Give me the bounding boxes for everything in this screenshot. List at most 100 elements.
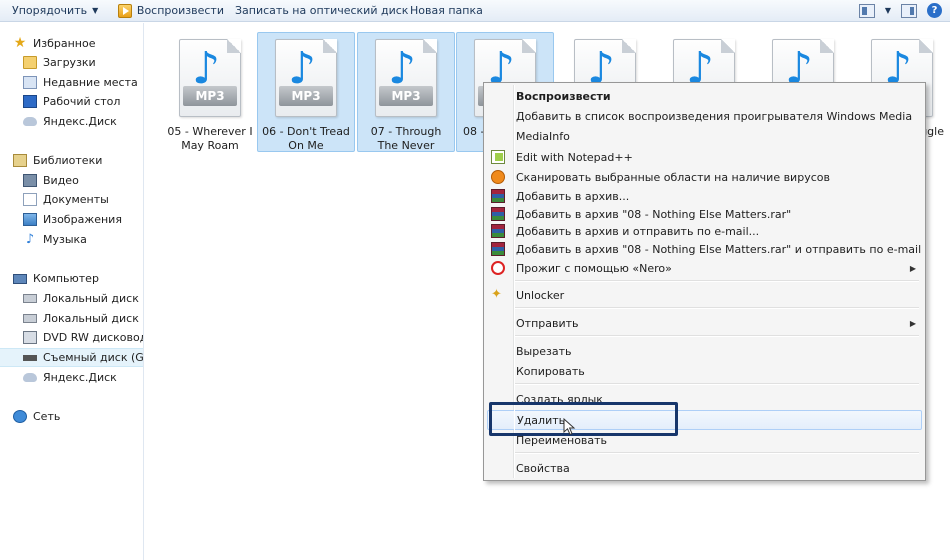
help-icon[interactable]: ?: [927, 3, 942, 18]
network-icon: [13, 410, 27, 423]
burn-label: Записать на оптический диск: [235, 4, 409, 17]
menu-item-scan[interactable]: Сканировать выбранные области на наличие…: [487, 168, 922, 186]
menu-label: Сканировать выбранные области на наличие…: [516, 170, 830, 184]
video-icon: [23, 174, 37, 187]
organize-label: Упорядочить: [12, 4, 88, 17]
menu-label: Добавить в архив...: [516, 189, 630, 203]
nav-libraries[interactable]: Библиотеки: [0, 151, 143, 170]
menu-label: Копировать: [516, 364, 585, 378]
chevron-down-icon: ▼: [92, 6, 99, 15]
nav-label: Рабочий стол: [43, 95, 121, 108]
winrar-icon: [491, 224, 505, 238]
menu-label: Добавить в архив "08 - Nothing Else Matt…: [516, 207, 792, 221]
nav-label: Сеть: [33, 410, 61, 423]
nav-recent[interactable]: Недавние места: [0, 73, 143, 92]
mouse-pointer-icon: [563, 418, 576, 436]
library-icon: [13, 154, 27, 167]
menu-item-add-rar-email[interactable]: Добавить в архив "08 - Nothing Else Matt…: [487, 240, 922, 258]
nav-yandex-disk[interactable]: Яндекс.Диск: [0, 112, 143, 131]
nav-music[interactable]: ♪ Музыка: [0, 230, 143, 249]
menu-separator: [514, 307, 919, 309]
menu-label: Добавить в архив "08 - Nothing Else Matt…: [516, 242, 922, 256]
image-icon: [23, 213, 37, 226]
nav-label: Яндекс.Диск: [43, 115, 117, 128]
play-button[interactable]: Воспроизвести: [110, 0, 232, 22]
nav-label: Изображения: [43, 213, 122, 226]
cloud-icon: [23, 117, 37, 126]
menu-item-notepad[interactable]: Edit with Notepad++: [487, 148, 922, 166]
nav-label: Загрузки: [43, 56, 96, 69]
nav-network[interactable]: Сеть: [0, 407, 143, 426]
cloud-icon: [23, 373, 37, 382]
menu-separator: [514, 383, 919, 385]
menu-item-send-to[interactable]: Отправить ▶: [487, 314, 922, 332]
computer-icon: [13, 273, 27, 284]
new-folder-button[interactable]: Новая папка: [402, 0, 502, 22]
menu-label: Добавить в архив и отправить по e-mail..…: [516, 224, 760, 238]
toolbar-right-controls: ▼ ?: [858, 3, 942, 18]
menu-label: Вырезать: [516, 344, 572, 358]
nav-favorites[interactable]: ★ Избранное: [0, 34, 143, 53]
menu-item-properties[interactable]: Свойства: [487, 459, 922, 477]
burn-button[interactable]: Записать на оптический диск: [232, 0, 408, 22]
recent-places-icon: [23, 76, 37, 89]
play-label: Воспроизвести: [136, 4, 224, 17]
nav-disk-d[interactable]: Локальный диск (D: [0, 309, 143, 328]
nav-desktop[interactable]: Рабочий стол: [0, 92, 143, 111]
nav-label: DVD RW дисковод (: [43, 331, 144, 344]
file-item[interactable]: ♪ MP3 06 - Don't Tread On Me: [257, 32, 355, 152]
menu-item-unlocker[interactable]: ✦ Unlocker: [487, 286, 922, 304]
menu-item-nero[interactable]: Прожиг с помощью «Nero» ▶: [487, 259, 922, 277]
file-item[interactable]: ♪ MP3 05 - Wherever I May Roam: [161, 32, 259, 152]
view-options-icon[interactable]: [858, 3, 875, 18]
menu-separator: [514, 280, 919, 282]
desktop-icon: [23, 95, 37, 108]
nav-documents[interactable]: Документы: [0, 190, 143, 209]
menu-item-cut[interactable]: Вырезать: [487, 342, 922, 360]
command-bar: Упорядочить ▼ Воспроизвести Записать на …: [0, 0, 950, 22]
file-name: 05 - Wherever I May Roam: [167, 125, 253, 152]
organize-button[interactable]: Упорядочить ▼: [0, 0, 110, 22]
nav-label: Локальный диск (C: [43, 292, 144, 305]
winrar-icon: [491, 207, 505, 221]
preview-pane-icon[interactable]: [901, 3, 917, 18]
nav-removable-disk[interactable]: Съемный диск (G:): [0, 348, 143, 367]
nav-images[interactable]: Изображения: [0, 210, 143, 229]
nav-computer[interactable]: Компьютер: [0, 269, 143, 288]
winrar-icon: [491, 242, 505, 256]
menu-separator: [514, 452, 919, 454]
file-name: 06 - Don't Tread On Me: [262, 125, 350, 152]
nav-label: Яндекс.Диск: [43, 371, 117, 384]
nav-label: Библиотеки: [33, 154, 103, 167]
nav-dvd[interactable]: DVD RW дисковод (: [0, 328, 144, 347]
menu-label: Прожиг с помощью «Nero»: [516, 261, 672, 275]
delete-highlight-frame: [489, 402, 678, 436]
file-type-badge: MP3: [379, 86, 433, 106]
menu-item-add-email[interactable]: Добавить в архив и отправить по e-mail..…: [487, 222, 922, 240]
menu-item-copy[interactable]: Копировать: [487, 362, 922, 380]
antivirus-icon: [491, 170, 505, 184]
menu-item-add-to-wmp[interactable]: Добавить в список воспроизведения проигр…: [487, 107, 922, 125]
nav-label: Компьютер: [33, 272, 99, 285]
nav-label: Музыка: [43, 233, 87, 246]
file-item[interactable]: ♪ MP3 07 - Through The Never: [357, 32, 455, 152]
nav-downloads[interactable]: Загрузки: [0, 53, 143, 72]
nero-icon: [491, 261, 505, 275]
view-dropdown-icon[interactable]: ▼: [885, 6, 891, 15]
menu-item-add-rar[interactable]: Добавить в архив "08 - Nothing Else Matt…: [487, 205, 922, 223]
nav-label: Видео: [43, 174, 79, 187]
hard-disk-icon: [23, 314, 37, 323]
menu-item-add-archive[interactable]: Добавить в архив...: [487, 187, 922, 205]
downloads-folder-icon: [23, 56, 37, 69]
mp3-file-icon: ♪ MP3: [179, 39, 241, 117]
mp3-file-icon: ♪ MP3: [375, 39, 437, 117]
menu-label: Добавить в список воспроизведения проигр…: [516, 109, 913, 123]
menu-item-play[interactable]: Воспроизвести: [487, 87, 922, 105]
nav-disk-c[interactable]: Локальный диск (C: [0, 289, 144, 308]
new-folder-label: Новая папка: [410, 4, 483, 17]
menu-item-mediainfo[interactable]: MediaInfo: [487, 127, 922, 145]
nav-video[interactable]: Видео: [0, 171, 143, 190]
menu-label: Свойства: [516, 461, 570, 475]
nav-yandex-disk-2[interactable]: Яндекс.Диск: [0, 368, 143, 387]
navigation-pane: ★ Избранное Загрузки Недавние места Рабо…: [0, 23, 144, 560]
